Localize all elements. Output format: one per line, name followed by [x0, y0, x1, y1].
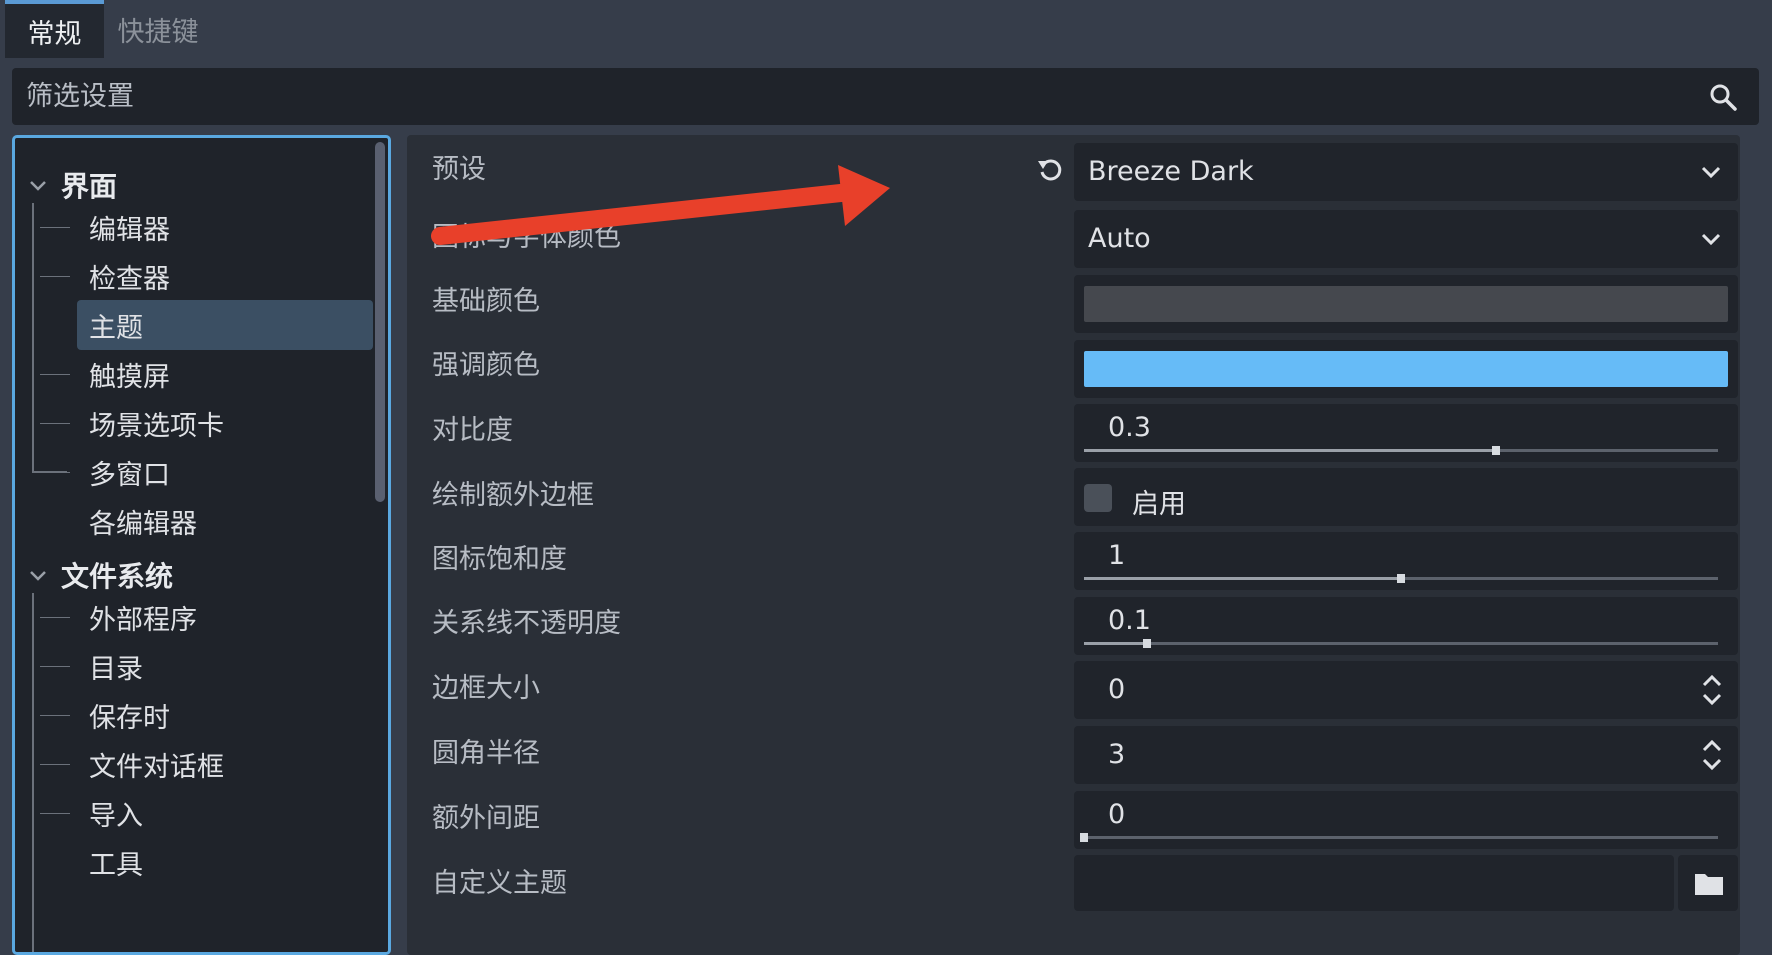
- preset-value: Breeze Dark: [1088, 156, 1254, 187]
- tree-line: [40, 715, 70, 716]
- slider-track[interactable]: [1080, 833, 1718, 842]
- corner-radius-value: 3: [1108, 739, 1126, 770]
- custom-theme-label: 自定义主题: [432, 868, 567, 899]
- tree-item-tools[interactable]: 工具: [77, 837, 143, 887]
- settings-section-tree[interactable]: 界面 编辑器 检查器 主题 触摸屏 场景选项卡 多窗口 各编辑器 文件系统 外部…: [12, 135, 391, 955]
- preset-label: 预设: [432, 154, 486, 185]
- tree-item-import[interactable]: 导入: [77, 788, 143, 838]
- tree-item-external-programs[interactable]: 外部程序: [77, 592, 197, 642]
- contrast-value: 0.3: [1108, 412, 1151, 443]
- slider-track[interactable]: [1084, 574, 1718, 583]
- draw-extra-borders-toggle[interactable]: 启用: [1074, 468, 1738, 526]
- additional-spacing-label: 额外间距: [432, 803, 540, 834]
- slider-fill: [1084, 449, 1497, 452]
- custom-theme-path-field[interactable]: [1074, 855, 1674, 911]
- icon-saturation-value: 1: [1108, 540, 1126, 571]
- base-color-label: 基础颜色: [432, 286, 540, 317]
- base-color-swatch: [1084, 286, 1728, 322]
- tree-item-multi-window[interactable]: 多窗口: [77, 447, 170, 497]
- icon-saturation-label: 图标饱和度: [432, 544, 567, 575]
- filter-settings-bar: [12, 68, 1759, 125]
- tree-item-directories[interactable]: 目录: [77, 641, 143, 691]
- border-size-label: 边框大小: [432, 673, 540, 704]
- slider-handle[interactable]: [1492, 446, 1501, 455]
- tree-line: [40, 617, 70, 618]
- slider-handle[interactable]: [1397, 574, 1405, 583]
- contrast-label: 对比度: [432, 415, 513, 446]
- preset-dropdown[interactable]: Breeze Dark: [1074, 143, 1738, 201]
- slider-handle[interactable]: [1080, 833, 1088, 842]
- slider-track[interactable]: [1084, 639, 1718, 648]
- icon-saturation-slider[interactable]: 1: [1074, 532, 1738, 590]
- corner-radius-label: 圆角半径: [432, 738, 540, 769]
- accent-color-swatch: [1084, 351, 1728, 387]
- chevron-down-icon: [1701, 166, 1721, 179]
- enable-checkbox[interactable]: [1084, 484, 1112, 512]
- icon-font-color-label: 图标与字体颜色: [432, 222, 621, 253]
- relationship-line-opacity-label: 关系线不透明度: [432, 608, 621, 639]
- tree-line: [40, 813, 70, 814]
- border-size-value: 0: [1108, 674, 1126, 705]
- tab-shortcuts[interactable]: 快捷键: [104, 0, 212, 58]
- slider-fill: [1084, 642, 1148, 645]
- corner-radius-spinbox[interactable]: 3: [1074, 726, 1738, 784]
- tree-category-label: 文件系统: [61, 560, 174, 593]
- tree-line: [40, 423, 70, 424]
- search-icon[interactable]: [1709, 83, 1737, 111]
- spin-arrows-icon[interactable]: [1700, 672, 1724, 708]
- additional-spacing-value: 0: [1108, 799, 1126, 830]
- tree-item-touchscreen[interactable]: 触摸屏: [77, 349, 170, 399]
- tree-line: [40, 764, 70, 765]
- slider-track[interactable]: [1084, 446, 1718, 455]
- tree-item-editor[interactable]: 编辑器: [77, 202, 170, 252]
- tab-bar: 常规 快捷键: [0, 0, 1772, 62]
- tree-item-on-save[interactable]: 保存时: [77, 690, 170, 740]
- tree-item-editors[interactable]: 各编辑器: [77, 496, 197, 546]
- base-color-picker[interactable]: [1074, 275, 1738, 333]
- slider-fill: [1084, 577, 1401, 580]
- chevron-down-icon[interactable]: [25, 172, 51, 198]
- tree-line: [40, 666, 70, 667]
- spin-arrows-icon[interactable]: [1700, 737, 1724, 773]
- tree-line: [32, 593, 34, 952]
- border-size-spinbox[interactable]: 0: [1074, 661, 1738, 719]
- folder-icon: [1695, 874, 1723, 895]
- icon-font-color-value: Auto: [1088, 223, 1151, 254]
- tree-scrollbar[interactable]: [375, 142, 385, 502]
- tree-item-inspector[interactable]: 检查器: [77, 251, 170, 301]
- accent-color-picker[interactable]: [1074, 340, 1738, 398]
- relationship-line-opacity-slider[interactable]: 0.1: [1074, 597, 1738, 655]
- additional-spacing-slider[interactable]: 0: [1074, 791, 1738, 849]
- accent-color-label: 强调颜色: [432, 350, 540, 381]
- tree-line: [40, 227, 70, 228]
- chevron-down-icon: [1701, 233, 1721, 246]
- tree-item-file-dialog[interactable]: 文件对话框: [77, 739, 224, 789]
- checkbox-label: 启用: [1132, 489, 1186, 520]
- tree-line: [32, 203, 34, 473]
- revert-icon[interactable]: [1035, 155, 1065, 185]
- chevron-down-icon[interactable]: [25, 562, 51, 588]
- tree-line: [40, 472, 70, 473]
- tree-line: [40, 276, 70, 277]
- contrast-slider[interactable]: 0.3: [1074, 404, 1738, 462]
- icon-font-color-dropdown[interactable]: Auto: [1074, 210, 1738, 268]
- tree-line: [40, 374, 70, 375]
- tree-category-label: 界面: [61, 170, 118, 203]
- browse-folder-button[interactable]: [1678, 855, 1738, 911]
- filter-settings-input[interactable]: [26, 68, 1666, 125]
- slider-handle[interactable]: [1143, 639, 1152, 648]
- draw-extra-borders-label: 绘制额外边框: [432, 480, 594, 511]
- relationship-line-opacity-value: 0.1: [1108, 605, 1151, 636]
- tree-item-scene-tabs[interactable]: 场景选项卡: [77, 398, 224, 448]
- tab-general[interactable]: 常规: [5, 0, 104, 58]
- tree-item-theme[interactable]: 主题: [77, 300, 373, 350]
